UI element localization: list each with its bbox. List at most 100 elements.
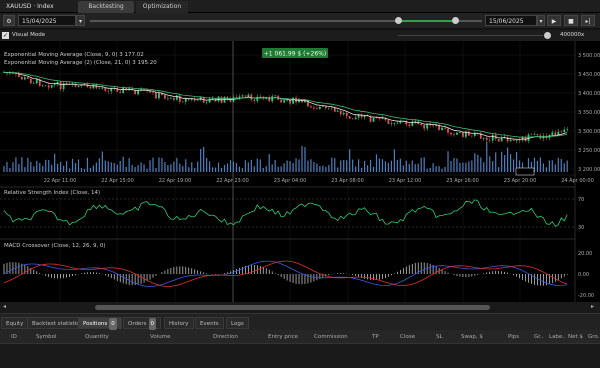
tab-history[interactable]: History [164,317,194,329]
speed-slider-handle[interactable] [544,32,551,39]
candle-body [423,124,426,129]
volume-bar [501,151,503,172]
volume-bar [95,162,97,172]
range-start-handle[interactable] [395,17,402,24]
volume-bar [86,157,89,172]
column-header[interactable]: Quantity [85,330,109,344]
volume-bar [179,163,181,172]
start-date-dropdown[interactable]: ▾ [76,15,85,26]
candle-body [453,134,455,136]
candle-body [515,140,518,141]
visual-mode-checkbox[interactable]: ✓ [2,32,9,39]
volume-bar [241,168,243,172]
column-header[interactable]: Close [400,330,415,344]
candle-body [375,117,378,119]
candle-body [390,123,393,124]
volume-bar [68,168,71,172]
volume-bar [27,157,29,172]
range-end-handle[interactable] [452,17,459,24]
column-header[interactable]: Pips [508,330,519,344]
volume-bar [80,167,83,172]
volume-bar [414,164,416,172]
step-icon: ▸| [585,18,591,25]
speed-slider[interactable] [398,35,543,36]
column-header[interactable]: TP [372,330,379,344]
volume-bar [387,162,390,172]
settings-button[interactable]: ⚙ [3,15,15,26]
column-header[interactable]: Direction [213,330,238,344]
volume-bar [259,159,261,172]
column-header[interactable]: Symbol [36,330,57,344]
candle-body [241,95,244,97]
tab-events[interactable]: Events [195,317,224,329]
volume-bar [292,162,294,172]
scroll-right-icon[interactable]: ▸ [591,303,594,310]
column-header[interactable]: Gr.. [534,330,544,344]
volume-bar [322,165,324,172]
volume-bar [358,159,360,172]
volume-bar [206,158,208,172]
volume-bar [48,160,50,172]
volume-bar [182,166,184,172]
volume-bar [268,154,270,172]
start-date-input[interactable]: 15/04/2025 [18,15,76,26]
volume-bar [176,157,178,172]
candle-body [459,131,461,133]
tab-positions[interactable]: Positions 0 [78,317,122,330]
volume-bar [110,162,112,172]
candle-body [530,134,533,136]
column-header[interactable]: Commission [314,330,348,344]
candle-body [363,115,366,118]
candle-body [205,102,208,104]
candle-body [164,95,166,99]
profit-label: +1 061.99 $ (+26%) [264,51,326,58]
step-button[interactable]: ▸| [581,15,595,26]
volume-bar [92,165,94,172]
tab-backtesting[interactable]: Backtesting [78,1,134,13]
volume-bar [361,167,363,172]
chart-area[interactable]: +1 061.99 $ (+26%) Exponential Moving Av… [0,41,600,302]
volume-bar [200,148,202,172]
stop-button[interactable]: ■ [564,15,578,26]
column-header[interactable]: Net $ [568,330,583,344]
candle-body [50,85,53,88]
scrollbar-thumb[interactable] [95,305,490,310]
candle-body [316,108,318,109]
column-header[interactable]: ID [11,330,17,344]
tab-optimization[interactable]: Optimization [136,1,188,13]
column-header[interactable]: Gro.. [588,330,600,344]
end-date-input[interactable]: 15/06/2025 [485,15,537,26]
end-date-dropdown[interactable]: ▾ [537,15,545,26]
tab-orders[interactable]: Orders 0 [123,317,161,330]
volume-bar [304,147,306,172]
volume-bar [253,166,255,172]
play-button[interactable]: ▶ [547,15,561,26]
chart-scrollbar[interactable]: ◂ ▸ [0,302,600,313]
volume-bar [510,154,512,172]
candle-body [44,85,47,87]
candle-body [372,117,375,122]
tab-label: Positions [83,321,108,327]
tab-equity[interactable]: Equity [1,317,29,329]
scroll-left-icon[interactable]: ◂ [3,303,6,310]
time-tick-label: 22 Apr 11:00 [44,178,77,184]
column-header[interactable]: Labe.. [549,330,566,344]
volume-bar [185,159,187,172]
volume-bar [352,159,354,172]
chevron-down-icon: ▾ [539,18,543,25]
volume-bar [158,157,160,172]
column-header[interactable]: Swap, $ [461,330,483,344]
tab-logs[interactable]: Logs [226,317,249,329]
volume-bar [146,168,148,172]
column-header[interactable]: SL [436,330,443,344]
candle-body [152,92,154,94]
volume-bar [155,167,157,172]
candle-body [336,110,339,112]
column-header[interactable]: Entry price [268,330,298,344]
candle-body [29,78,32,84]
column-header[interactable]: Volume [150,330,170,344]
volume-bar [98,158,100,172]
symbol-tab[interactable]: XAUUSD · Index [0,1,70,13]
candle-body [35,79,38,84]
volume-bar [435,166,437,172]
